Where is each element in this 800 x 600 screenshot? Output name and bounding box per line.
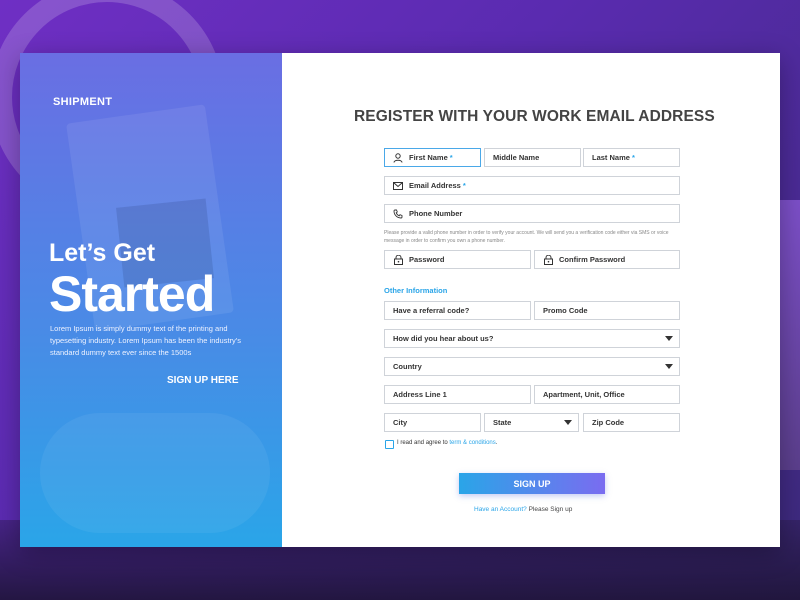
section-title: Other Information bbox=[384, 286, 448, 295]
state-select[interactable]: State bbox=[484, 413, 579, 432]
email-field[interactable]: Email Address * bbox=[384, 176, 680, 195]
address-line-1-field[interactable]: Address Line 1 bbox=[384, 385, 531, 404]
confirm-password-label: Confirm Password bbox=[559, 255, 626, 264]
hero-description: Lorem Ipsum is simply dummy text of the … bbox=[50, 324, 241, 357]
hero-title: Started bbox=[49, 266, 215, 322]
city-field[interactable]: City bbox=[384, 413, 481, 432]
hero-subtitle: Let’s Get bbox=[49, 239, 156, 267]
apartment-label: Apartment, Unit, Office bbox=[543, 390, 625, 399]
first-name-field[interactable]: First Name * bbox=[384, 148, 481, 167]
middle-name-label: Middle Name bbox=[493, 153, 540, 162]
phone-field[interactable]: Phone Number bbox=[384, 204, 680, 223]
apartment-field[interactable]: Apartment, Unit, Office bbox=[534, 385, 680, 404]
state-label: State bbox=[493, 418, 512, 427]
password-label: Password bbox=[409, 255, 445, 264]
page-title: REGISTER WITH YOUR WORK EMAIL ADDRESS bbox=[354, 108, 715, 125]
terms-period: . bbox=[495, 440, 498, 446]
brand-logo: SHIPMENT bbox=[53, 96, 113, 108]
referral-code-field[interactable]: Have a referral code? bbox=[384, 301, 531, 320]
caret-down-icon bbox=[564, 420, 572, 425]
middle-name-field[interactable]: Middle Name bbox=[484, 148, 581, 167]
zip-code-label: Zip Code bbox=[592, 418, 625, 427]
have-account-text: Have an Account? Please Sign up bbox=[474, 506, 572, 513]
user-icon bbox=[393, 152, 403, 163]
lock-icon bbox=[543, 254, 553, 265]
form-panel: REGISTER WITH YOUR WORK EMAIL ADDRESS Fi… bbox=[282, 53, 780, 547]
city-label: City bbox=[393, 418, 408, 427]
registration-card: SHIPMENT Let’s Get Started Lorem Ipsum i… bbox=[20, 53, 780, 547]
terms-link[interactable]: term & conditions bbox=[449, 440, 495, 446]
promo-code-label: Promo Code bbox=[543, 306, 588, 315]
country-label: Country bbox=[393, 362, 422, 371]
email-label: Email Address bbox=[409, 181, 461, 190]
terms-label: I read and agree to bbox=[397, 440, 448, 446]
zip-code-field[interactable]: Zip Code bbox=[583, 413, 680, 432]
terms-text: I read and agree to term & conditions. bbox=[397, 440, 497, 446]
signup-here-link[interactable]: SIGN UP HERE bbox=[167, 375, 239, 386]
hear-about-label: How did you hear about us? bbox=[393, 334, 494, 343]
required-mark: * bbox=[631, 153, 635, 162]
terms-checkbox[interactable] bbox=[385, 440, 394, 449]
phone-label: Phone Number bbox=[409, 209, 463, 218]
password-field[interactable]: Password bbox=[384, 250, 531, 269]
last-name-label: Last Name bbox=[592, 153, 630, 162]
caret-down-icon bbox=[665, 364, 673, 369]
address-line-1-label: Address Line 1 bbox=[393, 390, 447, 399]
required-mark: * bbox=[449, 153, 453, 162]
envelope-icon bbox=[393, 181, 403, 191]
hero-panel: SHIPMENT Let’s Get Started Lorem Ipsum i… bbox=[20, 53, 282, 547]
country-select[interactable]: Country bbox=[384, 357, 680, 376]
referral-code-label: Have a referral code? bbox=[393, 306, 470, 315]
lock-icon bbox=[393, 254, 403, 265]
phone-icon bbox=[393, 209, 403, 219]
have-account-link[interactable]: Have an Account? bbox=[474, 506, 527, 513]
first-name-label: First Name bbox=[409, 153, 448, 162]
promo-code-field[interactable]: Promo Code bbox=[534, 301, 680, 320]
required-mark: * bbox=[462, 181, 466, 190]
confirm-password-field[interactable]: Confirm Password bbox=[534, 250, 680, 269]
hear-about-select[interactable]: How did you hear about us? bbox=[384, 329, 680, 348]
caret-down-icon bbox=[665, 336, 673, 341]
hero-photo-overlay bbox=[40, 413, 270, 533]
last-name-field[interactable]: Last Name * bbox=[583, 148, 680, 167]
have-account-label: Please Sign up bbox=[528, 506, 573, 513]
background-accent bbox=[778, 200, 800, 470]
phone-help-text: Please provide a valid phone number in o… bbox=[384, 230, 669, 244]
signup-button[interactable]: SIGN UP bbox=[459, 473, 605, 494]
